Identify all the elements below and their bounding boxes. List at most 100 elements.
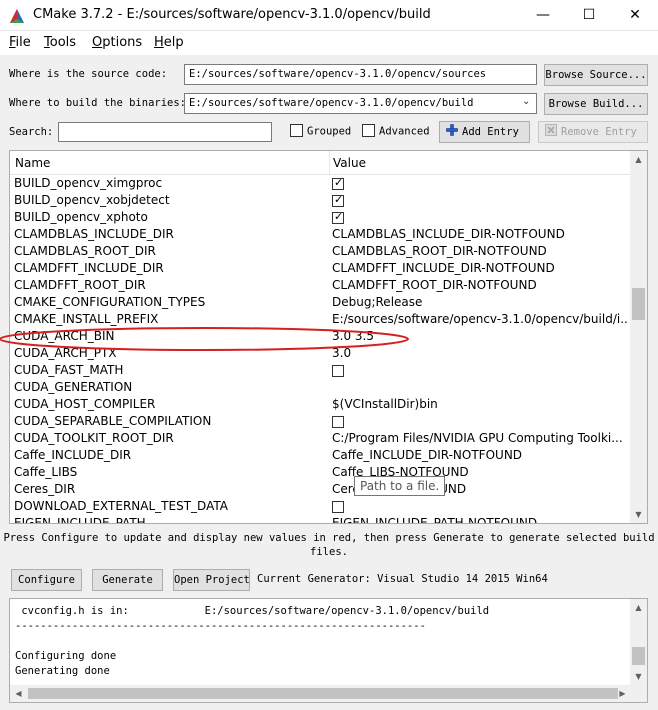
output-log[interactable]: cvconfig.h is in: E:/sources/software/op… bbox=[9, 598, 648, 703]
entry-value-checkbox[interactable]: ✓ bbox=[332, 210, 628, 224]
chevron-down-icon[interactable]: ⌄ bbox=[522, 96, 530, 107]
cmake-logo-icon bbox=[10, 9, 24, 23]
advanced-checkbox[interactable]: Advanced bbox=[362, 124, 430, 138]
checkbox-box[interactable]: ✓ bbox=[332, 176, 344, 190]
name-column-header[interactable]: Name bbox=[15, 156, 50, 170]
table-row[interactable]: CMAKE_CONFIGURATION_TYPES Debug;Release bbox=[10, 294, 631, 311]
search-input[interactable] bbox=[58, 122, 272, 142]
scroll-thumb[interactable] bbox=[28, 688, 618, 699]
table-row[interactable]: Caffe_LIBS Caffe_LIBS-NOTFOUND bbox=[10, 464, 631, 481]
column-divider[interactable] bbox=[329, 151, 330, 175]
entry-name: Caffe_INCLUDE_DIR bbox=[14, 448, 132, 462]
checkbox-box[interactable] bbox=[362, 124, 375, 137]
menu-help[interactable]: Help bbox=[154, 35, 184, 50]
table-row[interactable]: DOWNLOAD_EXTERNAL_TEST_DATA bbox=[10, 498, 631, 515]
table-row[interactable]: Caffe_INCLUDE_DIR Caffe_INCLUDE_DIR-NOTFO… bbox=[10, 447, 631, 464]
log-line: Configuring done bbox=[15, 650, 117, 662]
cache-table[interactable]: Name Value BUILD_opencv_ximgproc ✓ BUILD_o… bbox=[9, 150, 648, 524]
table-row[interactable]: CMAKE_INSTALL_PREFIX E:/sources/software/… bbox=[10, 311, 631, 328]
grouped-checkbox[interactable]: Grouped bbox=[290, 124, 351, 138]
entry-name: BUILD_opencv_xobjdetect bbox=[14, 193, 170, 207]
entry-name: CUDA_ARCH_PTX bbox=[14, 346, 117, 360]
entry-value[interactable]: C:/Program Files/NVIDIA GPU Computing To… bbox=[332, 431, 628, 445]
table-row[interactable]: CUDA_ARCH_BIN 3.0 3.5 bbox=[10, 328, 631, 345]
table-row[interactable]: CUDA_GENERATION bbox=[10, 379, 631, 396]
table-row[interactable]: CUDA_SEPARABLE_COMPILATION bbox=[10, 413, 631, 430]
checkbox-box[interactable] bbox=[332, 415, 344, 428]
table-row[interactable]: CUDA_HOST_COMPILER $(VCInstallDir)bin bbox=[10, 396, 631, 413]
entry-value-checkbox[interactable] bbox=[332, 499, 628, 513]
close-button[interactable]: ✕ bbox=[612, 0, 658, 31]
output-vertical-scrollbar[interactable]: ▲ ▼ bbox=[630, 599, 647, 685]
entry-name: Ceres_DIR bbox=[14, 482, 76, 496]
entry-value[interactable]: CLAMDFFT_INCLUDE_DIR-NOTFOUND bbox=[332, 261, 628, 275]
checkbox-box[interactable] bbox=[332, 500, 344, 513]
entry-value-checkbox[interactable]: ✓ bbox=[332, 176, 628, 190]
remove-entry-button[interactable]: Remove Entry bbox=[538, 121, 648, 143]
title-bar: CMake 3.7.2 - E:/sources/software/opencv… bbox=[0, 0, 658, 31]
table-row[interactable]: CUDA_FAST_MATH bbox=[10, 362, 631, 379]
checkbox-box[interactable]: ✓ bbox=[332, 193, 344, 207]
table-row[interactable]: CLAMDBLAS_INCLUDE_DIR CLAMDBLAS_INCLUDE_D… bbox=[10, 226, 631, 243]
open-project-button[interactable]: Open Project bbox=[173, 569, 250, 591]
entry-value-checkbox[interactable] bbox=[332, 414, 628, 428]
entry-value-checkbox[interactable]: ✓ bbox=[332, 193, 628, 207]
scroll-thumb[interactable] bbox=[632, 647, 645, 665]
log-line: cvconfig.h is in: E:/sources/software/op… bbox=[15, 605, 490, 617]
build-path-combo[interactable]: E:/sources/software/opencv-3.1.0/opencv/… bbox=[184, 93, 537, 114]
info-text-line: files. bbox=[310, 546, 348, 558]
scroll-down-arrow-icon[interactable]: ▼ bbox=[630, 506, 647, 523]
configure-button[interactable]: Configure bbox=[11, 569, 82, 591]
entry-value[interactable]: Caffe_INCLUDE_DIR-NOTFOUND bbox=[332, 448, 628, 462]
table-row[interactable]: BUILD_opencv_xobjdetect ✓ bbox=[10, 192, 631, 209]
checkbox-box[interactable]: ✓ bbox=[332, 210, 344, 224]
entry-value[interactable]: Debug;Release bbox=[332, 295, 628, 309]
table-row[interactable]: CUDA_TOOLKIT_ROOT_DIR C:/Program Files/NV… bbox=[10, 430, 631, 447]
vertical-scrollbar[interactable]: ▲ ▼ bbox=[630, 151, 647, 523]
entry-value-checkbox[interactable] bbox=[332, 363, 628, 377]
entry-value[interactable]: CLAMDBLAS_ROOT_DIR-NOTFOUND bbox=[332, 244, 628, 258]
log-line: Generating done bbox=[15, 665, 110, 677]
add-entry-button[interactable]: Add Entry bbox=[439, 121, 530, 143]
menu-file[interactable]: File bbox=[9, 35, 31, 50]
scroll-up-arrow-icon[interactable]: ▲ bbox=[630, 599, 647, 616]
generate-button[interactable]: Generate bbox=[92, 569, 163, 591]
scroll-up-arrow-icon[interactable]: ▲ bbox=[630, 151, 647, 168]
entry-value[interactable]: 3.0 3.5 bbox=[332, 329, 628, 343]
table-row[interactable]: CLAMDFFT_INCLUDE_DIR CLAMDFFT_INCLUDE_DIR… bbox=[10, 260, 631, 277]
value-column-header[interactable]: Value bbox=[333, 156, 366, 170]
table-row[interactable]: BUILD_opencv_ximgproc ✓ bbox=[10, 175, 631, 192]
menu-tools[interactable]: Tools bbox=[44, 35, 76, 50]
tooltip: Path to a file. bbox=[354, 476, 446, 496]
checkbox-box[interactable] bbox=[332, 364, 344, 377]
entry-value[interactable]: $(VCInstallDir)bin bbox=[332, 397, 628, 411]
minimize-button[interactable]: — bbox=[520, 0, 566, 31]
scroll-left-arrow-icon[interactable]: ◀ bbox=[10, 685, 27, 702]
table-row[interactable]: BUILD_opencv_xphoto ✓ bbox=[10, 209, 631, 226]
table-row[interactable]: EIGEN_INCLUDE_PATH EIGEN_INCLUDE_PATH-NOT… bbox=[10, 515, 631, 523]
entry-value[interactable]: 3.0 bbox=[332, 346, 628, 360]
add-entry-label: Add Entry bbox=[462, 126, 519, 138]
entry-value[interactable]: CLAMDFFT_ROOT_DIR-NOTFOUND bbox=[332, 278, 628, 292]
table-row[interactable]: Ceres_DIRCeres_DIR-NOTFOUND bbox=[10, 481, 631, 498]
table-row[interactable]: CLAMDBLAS_ROOT_DIR CLAMDBLAS_ROOT_DIR-NOT… bbox=[10, 243, 631, 260]
browse-build-button[interactable]: Browse Build... bbox=[544, 93, 648, 115]
maximize-button[interactable]: ☐ bbox=[566, 0, 612, 31]
source-path-field[interactable]: E:/sources/software/opencv-3.1.0/opencv/… bbox=[184, 64, 537, 85]
remove-entry-label: Remove Entry bbox=[561, 126, 637, 138]
entry-value[interactable]: CLAMDBLAS_INCLUDE_DIR-NOTFOUND bbox=[332, 227, 628, 241]
scroll-thumb[interactable] bbox=[632, 288, 645, 320]
entry-value[interactable]: EIGEN_INCLUDE_PATH-NOTFOUND bbox=[332, 516, 628, 523]
browse-source-button[interactable]: Browse Source... bbox=[544, 64, 648, 86]
output-horizontal-scrollbar[interactable]: ◀ ▶ bbox=[10, 685, 631, 702]
scroll-down-arrow-icon[interactable]: ▼ bbox=[630, 668, 647, 685]
checkbox-box[interactable] bbox=[290, 124, 303, 137]
window-title: CMake 3.7.2 - E:/sources/software/opencv… bbox=[33, 7, 431, 22]
scroll-right-arrow-icon[interactable]: ▶ bbox=[614, 685, 631, 702]
entry-name: CUDA_SEPARABLE_COMPILATION bbox=[14, 414, 212, 428]
menu-options[interactable]: Options bbox=[92, 35, 142, 50]
table-row[interactable]: CUDA_ARCH_PTX 3.0 bbox=[10, 345, 631, 362]
table-row[interactable]: CLAMDFFT_ROOT_DIR CLAMDFFT_ROOT_DIR-NOTFO… bbox=[10, 277, 631, 294]
entry-value[interactable]: E:/sources/software/opencv-3.1.0/opencv/… bbox=[332, 312, 628, 326]
scroll-corner bbox=[630, 685, 647, 702]
